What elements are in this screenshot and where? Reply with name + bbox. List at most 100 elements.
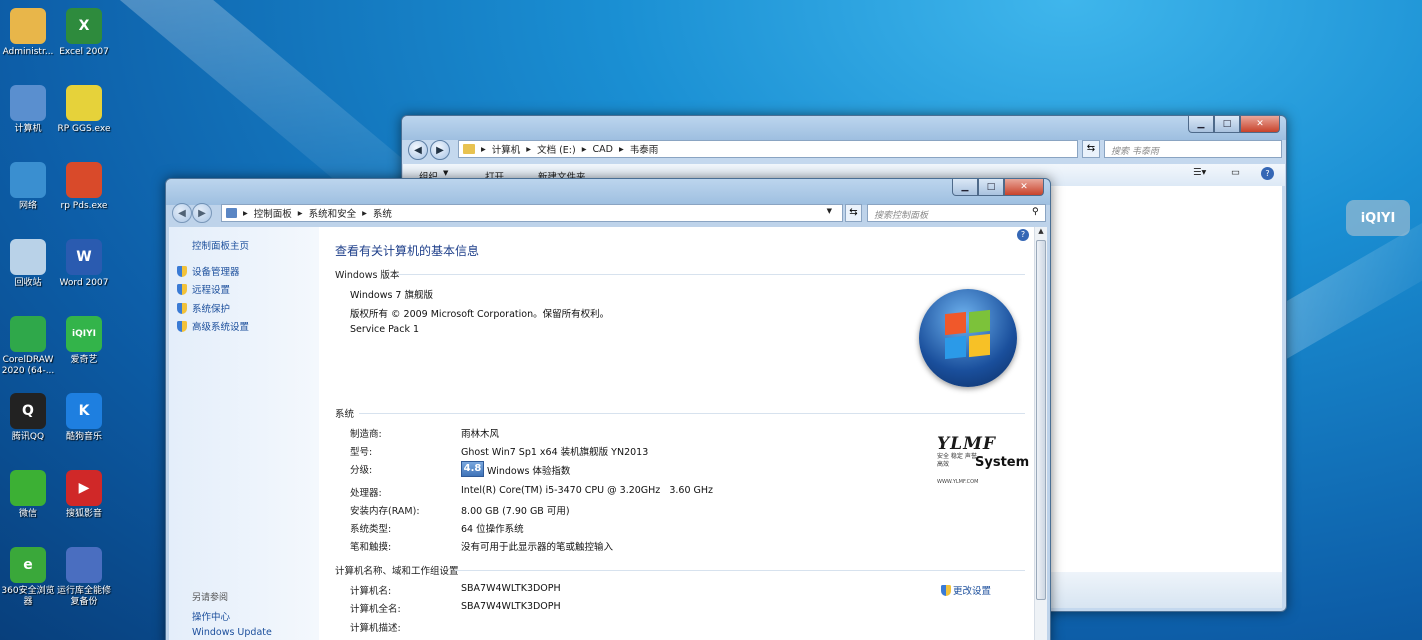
breadcrumb-item[interactable]: 计算机: [492, 142, 521, 156]
breadcrumb-item[interactable]: 控制面板: [254, 206, 292, 220]
sidebar-item-remote-settings[interactable]: 远程设置: [177, 282, 230, 296]
shield-icon: [177, 284, 187, 295]
full-computer-name-label: 计算机全名:: [350, 604, 401, 615]
experience-index-link[interactable]: Windows 体验指数: [487, 463, 570, 477]
system-type-label: 系统类型:: [350, 524, 392, 535]
desktop-icon[interactable]: 计算机: [0, 85, 56, 135]
control-panel-icon: [226, 208, 237, 218]
see-also-heading: 另请参阅: [192, 593, 229, 603]
system-main-panel: ? 查看有关计算机的基本信息 Windows 版本 Windows 7 旗舰版 …: [319, 227, 1034, 640]
desktop-icon[interactable]: RP GGS.exe: [56, 85, 112, 135]
iqiyi-floating-badge[interactable]: iQIYI: [1346, 200, 1410, 236]
desktop-icon-label: rp Pds.exe: [60, 201, 108, 211]
breadcrumb-item[interactable]: CAD: [593, 144, 613, 155]
control-panel-search-input[interactable]: 搜索控制面板: [867, 204, 1046, 222]
explorer-address-bar[interactable]: ▸ 计算机 ▸ 文档 (E:) ▸ CAD ▸ 韦泰雨: [458, 140, 1078, 158]
shield-icon: [177, 266, 187, 277]
exe-icon: [66, 162, 102, 198]
desktop-icon-label: Administr...: [2, 47, 54, 57]
pen-touch-value: 没有可用于此显示器的笔或触控输入: [461, 542, 614, 553]
section-heading-system: 系统: [335, 409, 355, 420]
section-heading-edition: Windows 版本: [335, 270, 400, 281]
change-settings-link[interactable]: 更改设置: [941, 583, 991, 597]
desktop-icon[interactable]: 微信: [0, 470, 56, 520]
ylmf-oem-logo: YLMF 安全 稳定 声誉 高效 System WWW.YLMF.COM: [937, 435, 1029, 489]
desktop-icon[interactable]: 运行库全能修复备份: [56, 547, 112, 608]
sohu-video-icon: ▶: [66, 470, 102, 506]
desktop-icon[interactable]: W Word 2007: [56, 239, 112, 289]
breadcrumb-item[interactable]: 韦泰雨: [630, 142, 659, 156]
refresh-icon[interactable]: ⇆: [845, 204, 862, 222]
back-button[interactable]: ◀: [408, 140, 428, 160]
desktop-icon-label: 网络: [18, 201, 37, 211]
processor-label: 处理器:: [350, 488, 382, 499]
maximize-button[interactable]: □: [1214, 116, 1240, 133]
shield-icon: [941, 585, 951, 596]
desktop-icon-label: 酷狗音乐: [65, 432, 102, 442]
help-icon[interactable]: ?: [1261, 167, 1274, 180]
desktop-icon-label: Excel 2007: [59, 47, 109, 57]
experience-index-badge[interactable]: 4.8: [461, 461, 484, 477]
desktop-icon-label: 微信: [18, 509, 37, 519]
desktop-icon[interactable]: K 酷狗音乐: [56, 393, 112, 443]
system-titlebar[interactable]: [166, 179, 1050, 205]
explorer-search-input[interactable]: 搜索 韦泰雨: [1104, 140, 1282, 158]
desktop-icon-label: 腾讯QQ: [11, 432, 45, 442]
desktop-icon-label: 计算机: [14, 124, 42, 134]
breadcrumb-item[interactable]: 系统和安全: [309, 206, 357, 220]
system-sidebar: 控制面板主页 设备管理器 远程设置 系统保护 高级系统设置 另请参阅 操作中心 …: [169, 227, 319, 640]
desktop-icon[interactable]: Q 腾讯QQ: [0, 393, 56, 443]
desktop-icon[interactable]: e 360安全浏览器: [0, 547, 56, 608]
vertical-scrollbar[interactable]: ▲: [1034, 227, 1047, 640]
desktop-icon[interactable]: 网络: [0, 162, 56, 212]
maximize-button[interactable]: □: [978, 179, 1004, 196]
rating-label: 分级:: [350, 465, 373, 476]
windows-update-link[interactable]: Windows Update: [192, 627, 272, 638]
close-button[interactable]: ✕: [1240, 116, 1280, 133]
sidebar-item-device-manager[interactable]: 设备管理器: [177, 264, 240, 278]
sidebar-item-advanced-settings[interactable]: 高级系统设置: [177, 319, 249, 333]
help-icon[interactable]: ?: [1017, 229, 1029, 241]
desktop-icon[interactable]: rp Pds.exe: [56, 162, 112, 212]
360-browser-icon: e: [10, 547, 46, 583]
system-type-value: 64 位操作系统: [461, 524, 524, 535]
manufacturer-value: 雨林木风: [461, 429, 500, 440]
desktop-icon[interactable]: ▶ 搜狐影音: [56, 470, 112, 520]
scroll-up-arrow[interactable]: ▲: [1035, 227, 1047, 239]
action-center-link[interactable]: 操作中心: [192, 609, 230, 623]
breadcrumb-item[interactable]: 系统: [373, 206, 392, 220]
preview-pane-icon[interactable]: ▭: [1231, 167, 1240, 178]
shield-icon: [177, 321, 187, 332]
chevron-down-icon: ▼: [443, 169, 449, 177]
full-computer-name-value: SBA7W4WLTK3DOPH: [461, 601, 561, 612]
control-panel-home-link[interactable]: 控制面板主页: [192, 238, 249, 252]
model-label: 型号:: [350, 447, 373, 458]
chevron-down-icon[interactable]: ▼: [827, 207, 832, 215]
view-options-icon[interactable]: ☰▾: [1193, 167, 1206, 178]
search-icon[interactable]: ⚲: [1032, 207, 1039, 217]
scrollbar-thumb[interactable]: [1036, 240, 1046, 600]
sidebar-item-system-protection[interactable]: 系统保护: [177, 301, 230, 315]
minimize-button[interactable]: ▁: [1188, 116, 1214, 133]
iqiyi-badge-label: iQIYI: [1360, 210, 1396, 226]
back-button[interactable]: ◀: [172, 203, 192, 223]
desktop-icon[interactable]: X Excel 2007: [56, 8, 112, 58]
forward-button[interactable]: ▶: [192, 203, 212, 223]
close-button[interactable]: ✕: [1004, 179, 1044, 196]
repair-tool-icon: [66, 547, 102, 583]
desktop-icon[interactable]: Administr...: [0, 8, 56, 58]
system-address-bar[interactable]: ▸ 控制面板 ▸ 系统和安全 ▸ 系统 ▼: [221, 204, 843, 222]
refresh-icon[interactable]: ⇆: [1082, 140, 1100, 158]
divider: [455, 570, 1025, 571]
computer-icon: [10, 85, 46, 121]
pen-touch-label: 笔和触摸:: [350, 542, 392, 553]
desktop-icon[interactable]: CorelDRAW 2020 (64-...: [0, 316, 56, 377]
desktop-icon[interactable]: 回收站: [0, 239, 56, 289]
explorer-titlebar[interactable]: [402, 116, 1286, 140]
forward-button[interactable]: ▶: [430, 140, 450, 160]
divider: [359, 413, 1025, 414]
qq-icon: Q: [10, 393, 46, 429]
minimize-button[interactable]: ▁: [952, 179, 978, 196]
breadcrumb-item[interactable]: 文档 (E:): [537, 142, 576, 156]
desktop-icon[interactable]: iQIYI 爱奇艺: [56, 316, 112, 366]
